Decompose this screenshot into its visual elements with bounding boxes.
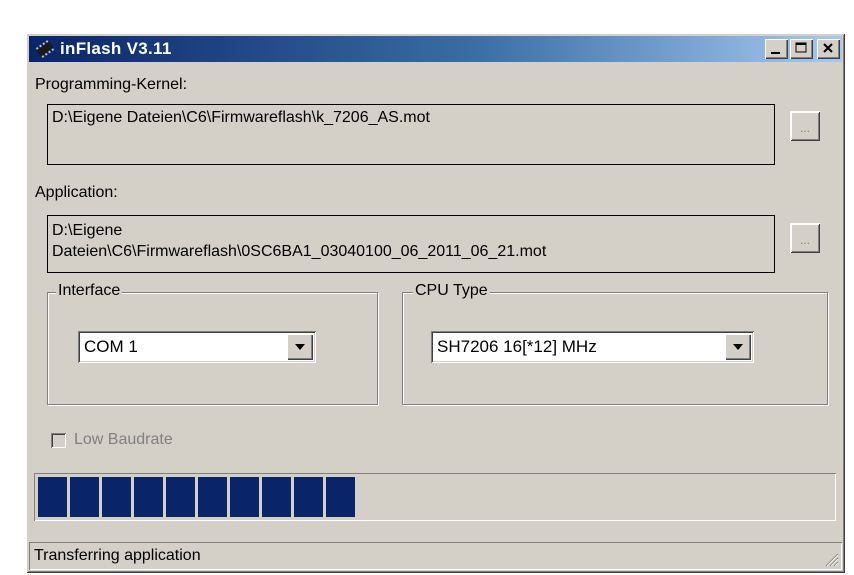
cpu-type-select[interactable]: SH7206 16[*12] MHz xyxy=(431,331,754,363)
kernel-label: Programming-Kernel: xyxy=(35,76,188,93)
low-baudrate-option[interactable]: Low Baudrate xyxy=(51,431,173,449)
interface-dropdown-button[interactable] xyxy=(287,334,313,360)
interface-group: Interface COM 1 xyxy=(47,282,378,405)
kernel-browse-button[interactable]: ... xyxy=(790,111,820,141)
cpu-type-group: CPU Type SH7206 16[*12] MHz xyxy=(402,282,828,405)
resize-grip-icon[interactable] xyxy=(823,551,839,567)
cpu-type-dropdown-button[interactable] xyxy=(725,334,751,360)
close-button[interactable] xyxy=(817,39,840,59)
window-title: inFlash V3.11 xyxy=(60,39,172,58)
cpu-type-group-label: CPU Type xyxy=(413,282,490,300)
minimize-icon xyxy=(771,52,780,54)
status-bar: Transferring application xyxy=(29,542,842,570)
title-bar[interactable]: inFlash V3.11 xyxy=(29,36,842,62)
window-controls xyxy=(763,39,840,59)
application-browse-button[interactable]: ... xyxy=(790,223,820,253)
low-baudrate-checkbox[interactable] xyxy=(51,432,66,448)
kernel-path-field[interactable]: D:\Eigene Dateien\C6\Firmwareflash\k_720… xyxy=(47,104,775,165)
inflash-window: inFlash V3.11 Programming-Kernel: D:\Eig… xyxy=(26,33,845,573)
cpu-type-selected-value: SH7206 16[*12] MHz xyxy=(437,337,597,356)
interface-group-label: Interface xyxy=(56,282,123,300)
chevron-down-icon xyxy=(295,344,305,350)
application-path-line1: D:\Eigene xyxy=(52,222,123,239)
chip-icon xyxy=(35,40,55,58)
application-path-line2: Dateien\C6\Firmwareflash\0SC6BA1_0304010… xyxy=(52,243,547,260)
interface-selected-value: COM 1 xyxy=(84,337,138,356)
close-icon xyxy=(823,43,833,53)
maximize-icon xyxy=(795,42,807,53)
low-baudrate-label: Low Baudrate xyxy=(74,431,173,448)
application-label: Application: xyxy=(35,184,118,201)
application-path-field[interactable]: D:\Eigene Dateien\C6\Firmwareflash\0SC6B… xyxy=(47,215,775,273)
maximize-button[interactable] xyxy=(790,39,813,59)
progress-track xyxy=(38,477,832,517)
progress-fill xyxy=(38,477,355,517)
progress-bar xyxy=(34,473,836,521)
chevron-down-icon xyxy=(733,344,743,350)
kernel-path-text: D:\Eigene Dateien\C6\Firmwareflash\k_720… xyxy=(52,109,430,126)
interface-select[interactable]: COM 1 xyxy=(78,331,316,363)
status-text: Transferring application xyxy=(34,547,201,564)
minimize-button[interactable] xyxy=(765,39,788,59)
